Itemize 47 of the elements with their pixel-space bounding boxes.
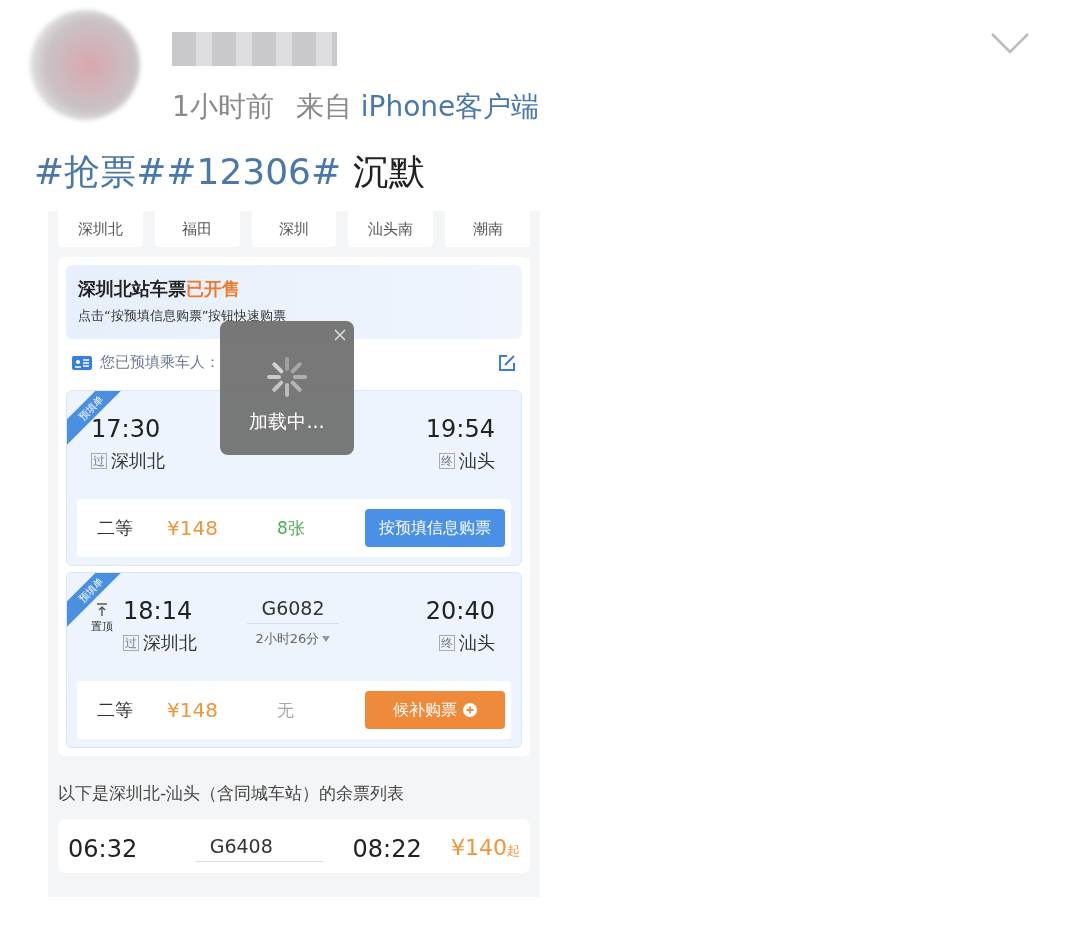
edit-icon[interactable] [498,353,516,372]
post-text: #抢票##12306# 沉默 [34,150,426,194]
train-number: G6408 [195,835,324,862]
seat-class: 二等 [97,698,134,722]
station-tab[interactable]: 汕头南 [348,211,434,247]
notice-hint: 点击“按预填信息购票”按钮快速购票 [78,307,288,325]
departure-time: 18:14 [123,597,193,625]
departure-station: 深圳北 [143,631,197,655]
seats-left: 无 [277,698,295,722]
station-tab[interactable]: 深圳 [251,211,337,247]
pass-tag: 过 [123,635,139,651]
loading-text: 加载中... [249,409,325,434]
id-card-icon [72,355,92,370]
close-icon[interactable] [334,329,346,341]
pass-tag: 过 [91,453,107,469]
terminal-tag: 终 [439,453,455,469]
train-list-row[interactable]: 06:32 G6408 08:22 ¥140起 [58,819,530,873]
arrival-time: 08:22 [351,835,423,863]
post-time: 1小时前 [172,89,274,125]
arrival-time: 20:40 [425,597,495,625]
train-number: G6082 [247,597,339,624]
station-tab[interactable]: 福田 [154,211,240,247]
departure-time: 06:32 [68,835,139,863]
station-tab[interactable]: 深圳北 [58,211,143,247]
plus-circle-icon [463,703,477,717]
pin-toggle[interactable]: 置顶 [91,603,113,634]
list-heading: 以下是深圳北-汕头（含同城车站）的余票列表 [58,782,406,805]
notice-title: 深圳北站车票已开售 [78,277,241,301]
ticket-price: ¥148 [167,698,219,722]
station-tab[interactable]: 潮南 [445,211,530,247]
departure-time: 17:30 [91,415,161,443]
post-source: 来自 iPhone客户端 [295,89,540,125]
duration-dropdown[interactable]: 2小时26分 [255,630,331,648]
ticket-price: ¥148 [167,516,219,540]
caret-icon [322,636,331,642]
seats-left: 8张 [277,516,306,540]
pin-icon [96,603,108,617]
loading-spinner-icon [265,355,309,399]
arrival-station: 汕头 [459,449,495,473]
seat-class: 二等 [97,516,134,540]
ticket-price: ¥140起 [451,835,520,860]
arrival-time: 19:54 [425,415,495,443]
arrival-station: 汕头 [459,631,495,655]
passenger-label: 您已预填乘车人： [100,353,221,372]
terminal-tag: 终 [439,635,455,651]
chevron-down-icon[interactable] [990,32,1030,54]
departure-station: 深圳北 [111,449,165,473]
